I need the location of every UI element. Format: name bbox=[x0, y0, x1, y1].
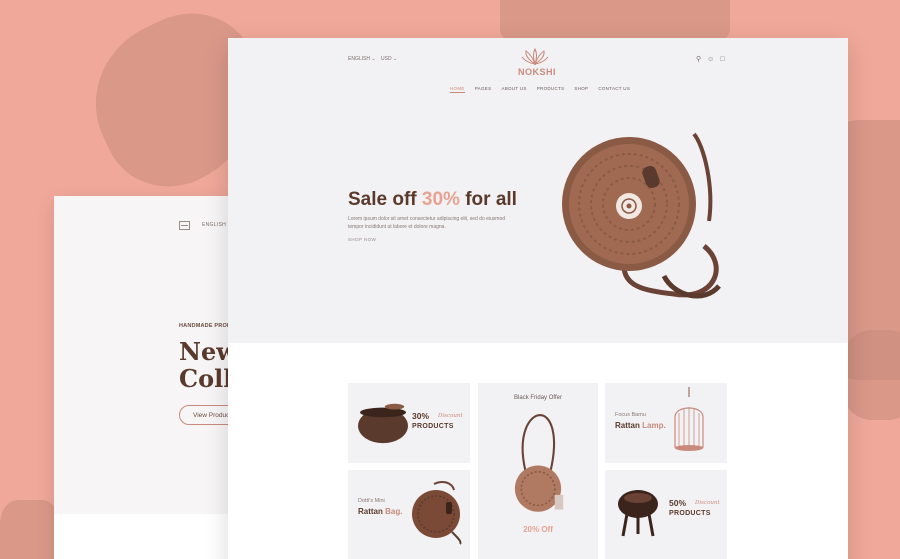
hero-title: Sale off 30% for all bbox=[348, 189, 517, 211]
backdrop-silhouette bbox=[0, 500, 60, 559]
shop-now-link[interactable]: SHOP NOW bbox=[348, 237, 376, 242]
main-page-preview: ENGLISH ⌄ USD ⌄ NOKSHI ⚲ ☺ □ HOME PAGES … bbox=[228, 38, 848, 559]
promo-card-discount-50[interactable]: 50% Discount PRODUCTS bbox=[605, 470, 727, 559]
promo-card-discount-30[interactable]: 30% Discount PRODUCTS bbox=[348, 383, 470, 463]
bag-image bbox=[412, 481, 462, 545]
product-eyebrow: Focus Bamu bbox=[615, 412, 646, 418]
nav-item-products[interactable]: PRODUCTS bbox=[537, 86, 565, 93]
nav-item-shop[interactable]: SHOP bbox=[574, 86, 588, 93]
discount-percent: 30% bbox=[412, 411, 430, 421]
cart-icon[interactable]: □ bbox=[720, 56, 724, 63]
product-name: Rattan Lamp. bbox=[615, 421, 666, 430]
chevron-down-icon: ⌄ bbox=[392, 56, 398, 62]
menu-icon[interactable] bbox=[179, 221, 190, 230]
backdrop-silhouette bbox=[840, 330, 900, 420]
nav-item-about-us[interactable]: ABOUT US bbox=[501, 86, 526, 93]
product-name: Rattan Bag. bbox=[358, 507, 402, 516]
nav-item-contact-us[interactable]: CONTACT US bbox=[598, 86, 630, 93]
black-friday-title: Black Friday Offer bbox=[514, 395, 562, 401]
promo-card-rattan-lamp[interactable]: Focus Bamu Rattan Lamp. bbox=[605, 383, 727, 463]
product-name-main: Rattan bbox=[615, 421, 643, 430]
discount-subtitle: PRODUCTS bbox=[412, 423, 454, 430]
bag-image bbox=[358, 403, 408, 444]
header-icons: ⚲ ☺ □ bbox=[696, 56, 725, 63]
promo-card-rattan-bag[interactable]: Dotti's Mini Rattan Bag. bbox=[348, 470, 470, 559]
black-friday-offer: 20% Off bbox=[523, 525, 553, 534]
chevron-down-icon: ⌄ bbox=[371, 56, 376, 62]
product-name-main: Rattan bbox=[358, 507, 386, 516]
discount-label: Discount bbox=[695, 500, 720, 506]
nav-item-home[interactable]: HOME bbox=[450, 86, 465, 93]
discount-label: Discount bbox=[438, 413, 463, 419]
discount-subtitle: PRODUCTS bbox=[669, 510, 711, 517]
discount-percent: 50% bbox=[669, 498, 687, 508]
nav-item-pages[interactable]: PAGES bbox=[475, 86, 492, 93]
user-icon[interactable]: ☺ bbox=[707, 56, 714, 63]
section-band bbox=[54, 514, 254, 559]
logo-icon[interactable] bbox=[520, 48, 550, 66]
hero-description: Lorem ipsum dolor sit amet consectetur a… bbox=[348, 216, 506, 230]
promo-card-black-friday[interactable]: Black Friday Offer 20% Off bbox=[478, 383, 598, 559]
hero-section bbox=[228, 38, 848, 343]
currency-label: USD bbox=[381, 56, 392, 62]
rattan-bag-image bbox=[562, 132, 721, 299]
back-page-preview: ENGLISH HANDMADE PRODUCT New Colle View … bbox=[54, 196, 289, 559]
product-eyebrow: Dotti's Mini bbox=[358, 498, 385, 504]
language-selector[interactable]: ENGLISH bbox=[202, 222, 226, 228]
language-label: ENGLISH bbox=[348, 56, 370, 62]
product-name-accent: Lamp. bbox=[642, 421, 666, 430]
product-name-accent: Bag. bbox=[385, 507, 403, 516]
hero-title-prefix: Sale off bbox=[348, 189, 422, 210]
chair-image bbox=[618, 490, 658, 537]
lamp-image bbox=[674, 387, 704, 451]
search-icon[interactable]: ⚲ bbox=[696, 56, 701, 63]
hero-title-suffix: for all bbox=[459, 189, 517, 210]
bag-image bbox=[514, 414, 564, 512]
hero-title-accent: 30% bbox=[421, 189, 460, 210]
currency-selector[interactable]: USD ⌄ bbox=[381, 56, 397, 62]
main-nav: HOME PAGES ABOUT US PRODUCTS SHOP CONTAC… bbox=[450, 86, 630, 93]
language-selector[interactable]: ENGLISH ⌄ bbox=[348, 56, 376, 62]
logo-text[interactable]: NOKSHI bbox=[518, 67, 556, 77]
